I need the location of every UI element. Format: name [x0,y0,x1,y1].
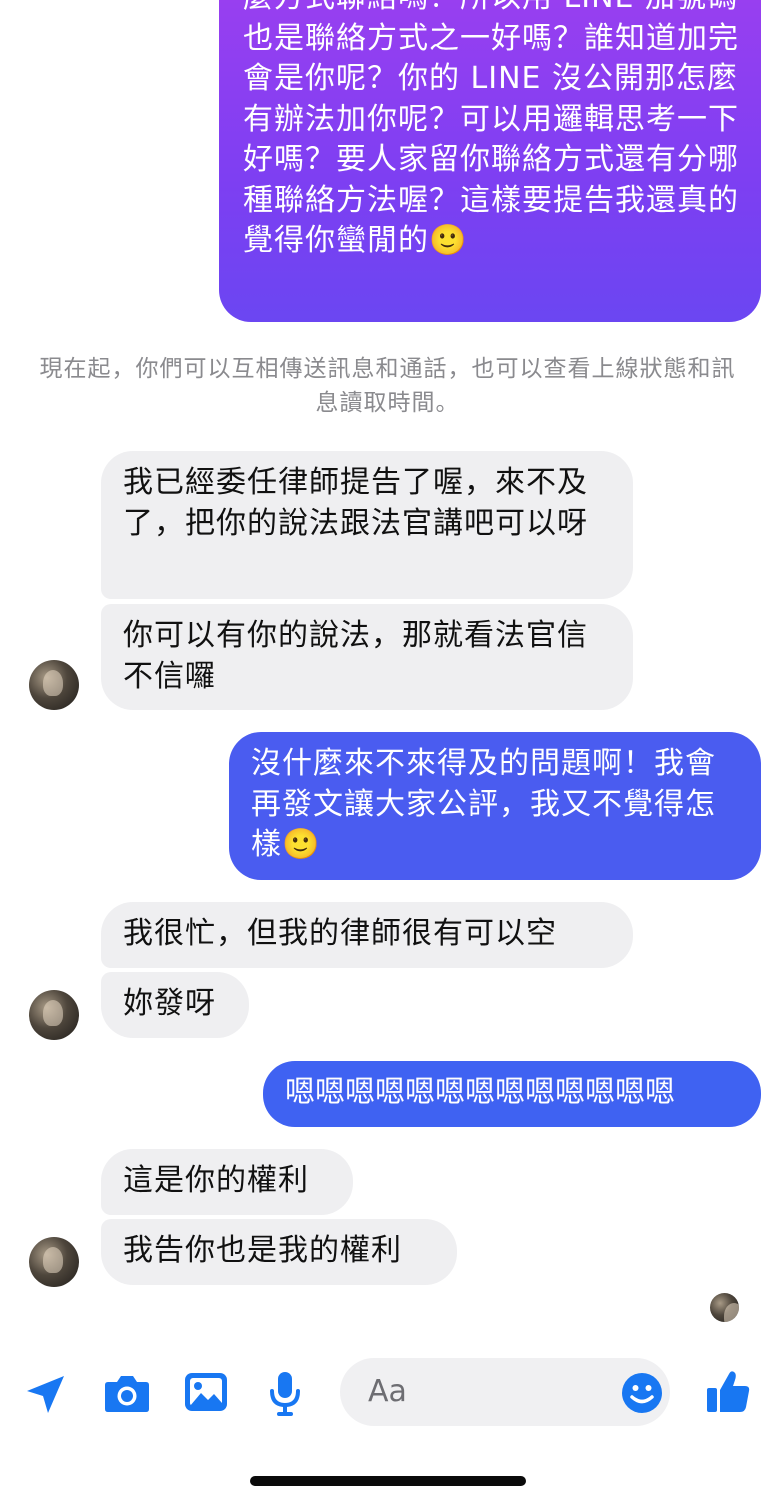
thumbs-up-icon[interactable] [705,1368,751,1414]
image-icon[interactable] [184,1372,228,1412]
camera-icon[interactable] [104,1372,150,1414]
message-incoming[interactable]: 你可以有你的說法，那就看法官信不信囉 [101,604,633,710]
contact-avatar[interactable] [29,1237,79,1287]
message-incoming[interactable]: 這是你的權利 [101,1149,353,1215]
message-incoming[interactable]: 妳發呀 [101,972,249,1038]
message-outgoing[interactable]: 沒什麼來不來得及的問題啊！我會再發文讓大家公評，我又不覺得怎樣🙂 [229,732,761,880]
message-composer: Aa [0,1340,775,1450]
location-arrow-icon[interactable] [24,1372,68,1416]
message-incoming[interactable]: 我很忙，但我的律師很有可以空 [101,902,633,968]
message-input-placeholder: Aa [368,1374,407,1409]
emoji-icon[interactable] [621,1372,663,1414]
message-outgoing[interactable]: 嗯嗯嗯嗯嗯嗯嗯嗯嗯嗯嗯嗯嗯 [263,1061,761,1127]
contact-avatar[interactable] [29,660,79,710]
contact-avatar[interactable] [29,990,79,1040]
message-incoming[interactable]: 我告你也是我的權利 [101,1219,457,1285]
message-outgoing[interactable]: 麼方式聯絡嗎？所以用 LINE 加號碼也是聯絡方式之一好嗎？誰知道加完會是你呢？… [219,0,761,322]
microphone-icon[interactable] [268,1370,302,1418]
system-notice: 現在起，你們可以互相傳送訊息和通話，也可以查看上線狀態和訊息讀取時間。 [39,356,736,416]
read-receipt-avatar [710,1293,739,1322]
message-incoming[interactable]: 我已經委任律師提告了喔，來不及了，把你的說法跟法官講吧可以呀 [101,451,633,599]
home-indicator [250,1476,526,1486]
